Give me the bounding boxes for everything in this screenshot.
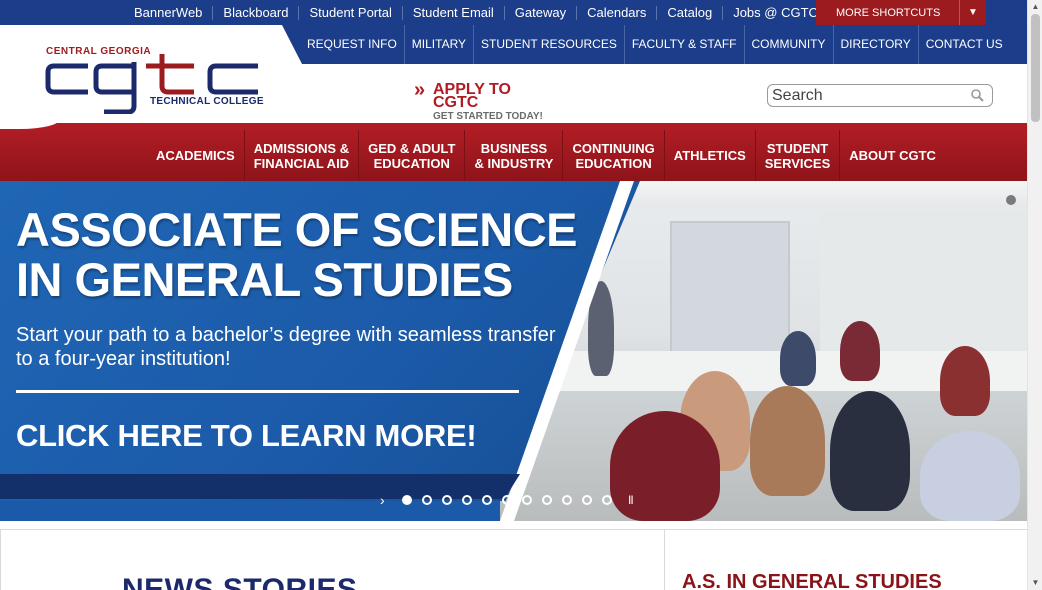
double-chevron-icon: » [414,79,426,101]
nav-academics-label: ACADEMICS [156,148,235,163]
student-figure [920,431,1020,521]
hero-headline: ASSOCIATE OF SCIENCE IN GENERAL STUDIES [16,203,578,306]
nav-admissions[interactable]: ADMISSIONS & FINANCIAL AID [243,130,358,181]
nav-continuing-label: CONTINUING EDUCATION [572,140,655,171]
nav-ged-label: GED & ADULT EDUCATION [368,140,456,171]
hero-subline: Start your path to a bachelor’s degree w… [16,324,556,370]
nav-community[interactable]: COMMUNITY [743,25,833,64]
nav-student-services[interactable]: STUDENT SERVICES [754,130,840,181]
student-figure [840,321,880,381]
apply-subtitle: GET STARTED TODAY! [433,111,543,122]
student-figure [750,386,825,496]
nav-faculty-staff[interactable]: FACULTY & STAFF [623,25,744,64]
search-icon[interactable] [970,88,984,102]
hero-divider [16,390,519,393]
slider-dot[interactable] [402,495,412,505]
sidebar-heading: A.S. IN GENERAL STUDIES [682,571,942,590]
nav-athletics-label: ATHLETICS [673,148,746,163]
slider-dot[interactable] [462,495,472,505]
student-figure [940,346,990,416]
scrollbar-thumb[interactable] [1031,14,1040,122]
cgtc-logo[interactable]: CENTRAL GEORGIA TECHNICAL COLLEGE [44,46,264,116]
link-bannerweb[interactable]: BannerWeb [124,5,212,20]
nav-business-industry[interactable]: BUSINESS & INDUSTRY [464,130,562,181]
nav-student-services-label: STUDENT SERVICES [764,140,831,171]
hero-cta[interactable]: CLICK HERE TO LEARN MORE! [16,418,477,454]
nav-academics[interactable]: ACADEMICS [147,130,244,181]
search-input[interactable] [772,87,962,105]
apply-title: APPLY TO CGTC [433,81,511,111]
nav-about-cgtc[interactable]: ABOUT CGTC [839,130,945,181]
student-figure [830,391,910,511]
hero-headline-line-2: IN GENERAL STUDIES [16,253,513,306]
nav-admissions-label: ADMISSIONS & FINANCIAL AID [253,140,350,171]
utility-links: BannerWeb Blackboard Student Portal Stud… [124,0,828,25]
nav-curve [0,119,60,129]
more-shortcuts-label: MORE SHORTCUTS [836,6,941,19]
nav-athletics[interactable]: ATHLETICS [663,130,755,181]
scroll-down-icon[interactable]: ▼ [1028,576,1042,590]
more-shortcuts-dropdown[interactable]: MORE SHORTCUTS ▼ [816,0,986,25]
slider-dot[interactable] [502,495,512,505]
slider-dot[interactable] [562,495,572,505]
link-student-portal[interactable]: Student Portal [298,5,401,20]
link-student-email[interactable]: Student Email [401,5,504,20]
link-jobs[interactable]: Jobs @ CGTC [722,5,828,20]
nav-ged-adult-education[interactable]: GED & ADULT EDUCATION [358,130,464,181]
link-calendars[interactable]: Calendars [576,5,656,20]
photo-detail [1006,195,1016,205]
link-catalog[interactable]: Catalog [656,5,722,20]
student-figure [780,331,816,386]
link-blackboard[interactable]: Blackboard [212,5,298,20]
hero-headline-line-1: ASSOCIATE OF SCIENCE [16,203,578,256]
nav-about-label: ABOUT CGTC [849,148,936,163]
link-gateway[interactable]: Gateway [503,5,576,20]
search-box [767,84,993,107]
secondary-nav: REQUEST INFO MILITARY STUDENT RESOURCES … [300,25,1010,64]
nav-contact-us[interactable]: CONTACT US [917,25,1010,64]
slider-dot[interactable] [422,495,432,505]
nav-request-info[interactable]: REQUEST INFO [300,25,404,64]
scroll-up-icon[interactable]: ▲ [1028,0,1042,14]
slider-dot[interactable] [482,495,492,505]
slider-dot[interactable] [542,495,552,505]
slider-controls: › II [380,492,634,508]
slider-next-icon[interactable]: › [380,492,402,508]
slider-pause-icon[interactable]: II [628,493,634,507]
slider-dot[interactable] [582,495,592,505]
slider-dot[interactable] [522,495,532,505]
nav-student-resources[interactable]: STUDENT RESOURCES [473,25,624,64]
logo-bottom-text: TECHNICAL COLLEGE [150,96,264,107]
news-stories-heading: NEWS STORIES [122,573,358,590]
nav-continuing-education[interactable]: CONTINUING EDUCATION [562,130,663,181]
nav-directory[interactable]: DIRECTORY [832,25,918,64]
photo-door [670,221,790,361]
chevron-down-icon[interactable]: ▼ [959,0,986,25]
slider-dot[interactable] [602,495,612,505]
nav-business-label: BUSINESS & INDUSTRY [474,140,554,171]
hero-slider[interactable]: ASSOCIATE OF SCIENCE IN GENERAL STUDIES … [0,181,1027,521]
slider-dots [402,495,622,505]
slider-dot[interactable] [442,495,452,505]
main-nav: ACADEMICS ADMISSIONS & FINANCIAL AID GED… [147,130,945,181]
page-scrollbar[interactable]: ▲ ▼ [1027,0,1042,590]
nav-military[interactable]: MILITARY [403,25,473,64]
page: BannerWeb Blackboard Student Portal Stud… [0,0,1042,590]
